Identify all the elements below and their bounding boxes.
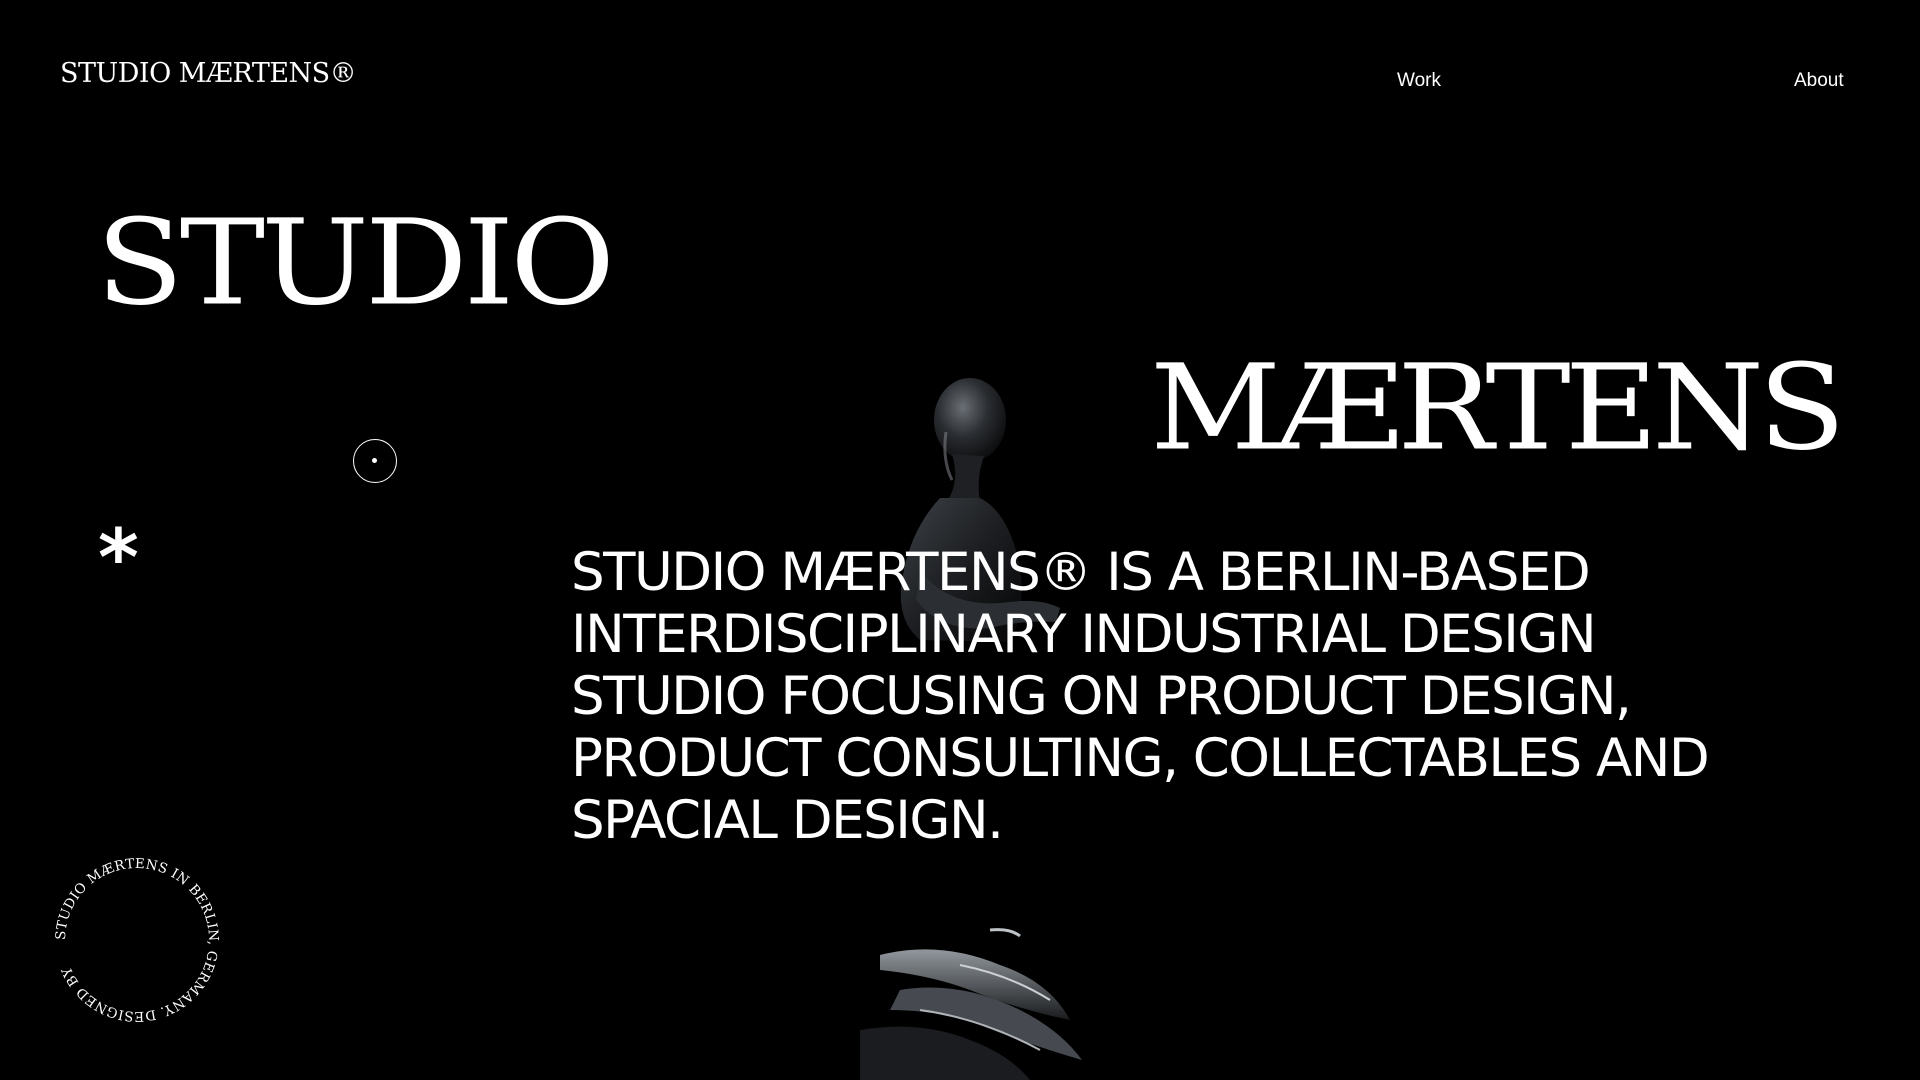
- nav-about-link[interactable]: About: [1794, 70, 1844, 92]
- description-line: SPACIAL DESIGN.: [571, 790, 1004, 851]
- page: STUDIO MÆRTENS® Work About STUDIO MÆRTEN…: [0, 0, 1920, 1080]
- description-line: STUDIO MÆRTENS® IS A BERLIN-BASED: [571, 542, 1591, 603]
- circular-badge-text: STUDIO MÆRTENS IN BERLIN, GERMANY. DESIG…: [53, 856, 221, 1024]
- description-line: STUDIO FOCUSING ON PRODUCT DESIGN,: [571, 666, 1632, 727]
- description-line: PRODUCT CONSULTING, COLLECTABLES AND: [571, 728, 1710, 789]
- cursor-ring-icon: [353, 439, 397, 483]
- hero-title-studio: STUDIO: [96, 194, 615, 332]
- hero-title-maertens: MÆRTENS: [1150, 339, 1846, 477]
- svg-text:STUDIO MÆRTENS IN BERLIN, GERM: STUDIO MÆRTENS IN BERLIN, GERMANY. DESIG…: [53, 856, 221, 1024]
- circular-text-badge: STUDIO MÆRTENS IN BERLIN, GERMANY. DESIG…: [53, 856, 221, 1024]
- studio-description: STUDIO MÆRTENS® IS A BERLIN-BASED INTERD…: [571, 542, 1871, 852]
- asterisk-icon: *: [98, 514, 139, 604]
- nav-work-link[interactable]: Work: [1397, 70, 1441, 92]
- description-line: INTERDISCIPLINARY INDUSTRIAL DESIGN: [571, 604, 1597, 665]
- cursor-dot: [372, 458, 377, 463]
- logo[interactable]: STUDIO MÆRTENS®: [60, 58, 357, 89]
